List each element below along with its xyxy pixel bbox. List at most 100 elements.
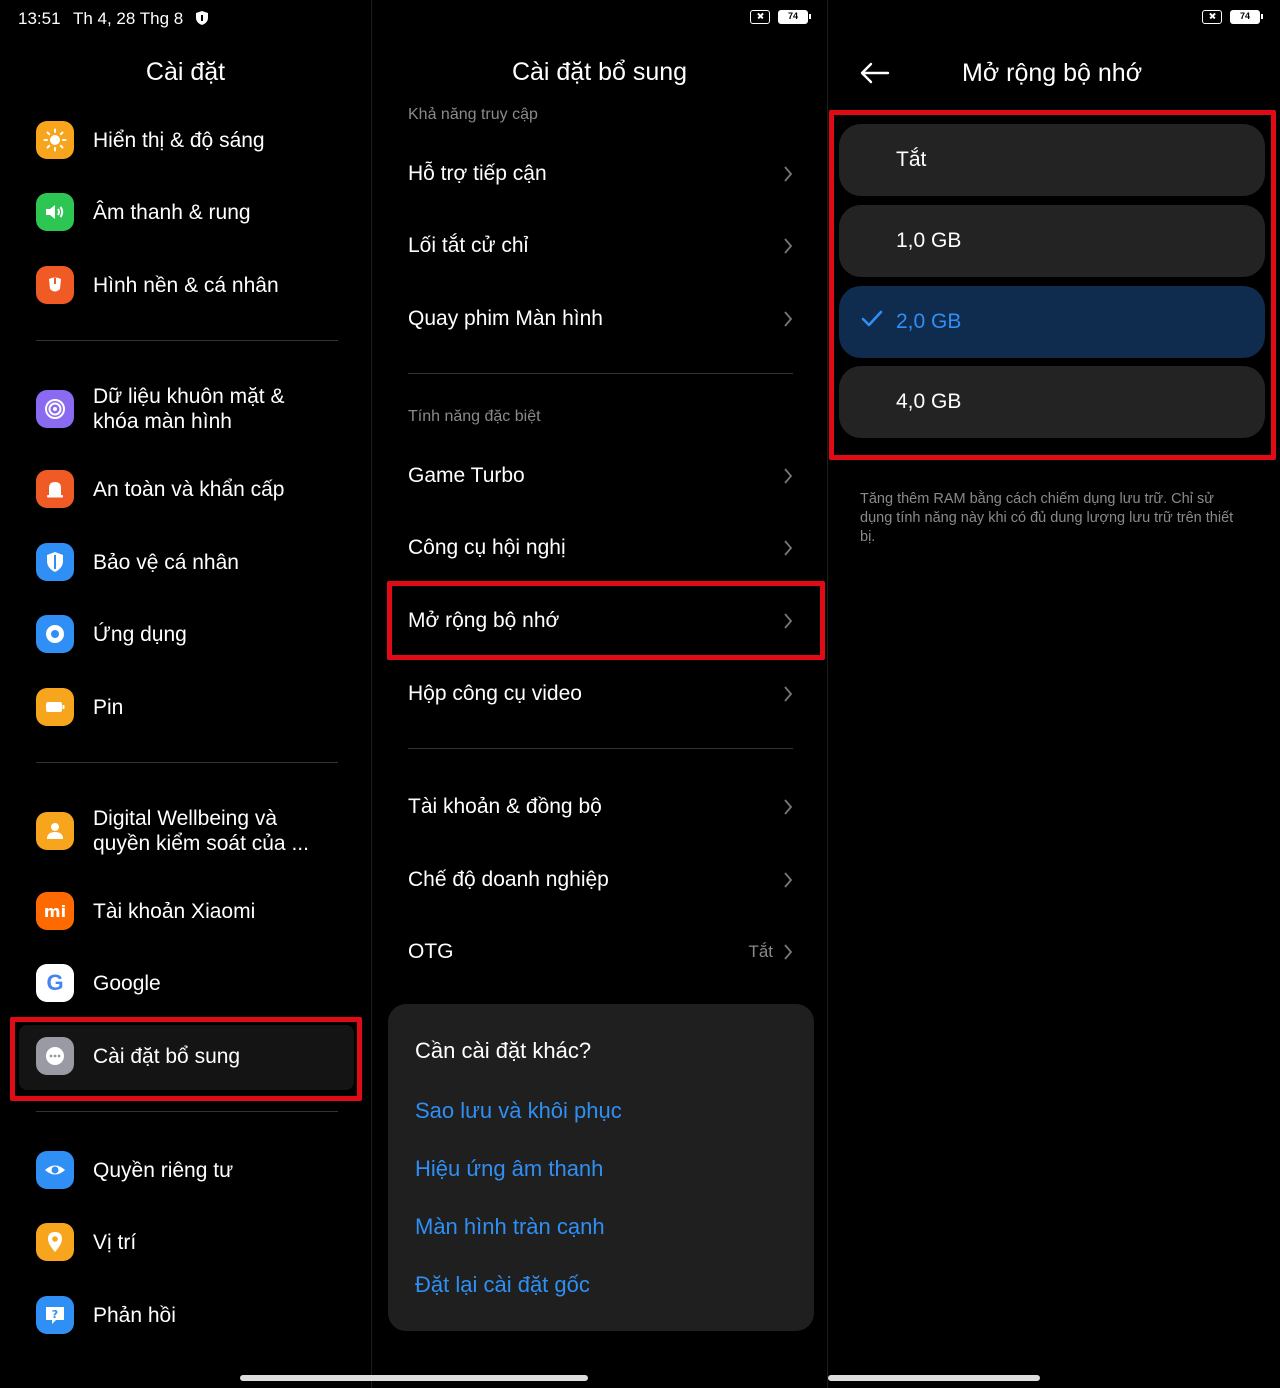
row-label: Hộp công cụ video bbox=[408, 682, 582, 705]
row-screen-recorder[interactable]: Quay phim Màn hình bbox=[408, 299, 793, 339]
battery-status-icon: 74 bbox=[1230, 10, 1263, 24]
chevron-right-icon bbox=[784, 311, 793, 327]
alarm-icon bbox=[36, 470, 74, 508]
row-label: OTG bbox=[408, 940, 454, 963]
row-otg[interactable]: OTG Tắt bbox=[408, 932, 793, 972]
settings-item-face-lock[interactable]: Dữ liệu khuôn mặt & khóa màn hình bbox=[36, 384, 313, 434]
description-text: Tăng thêm RAM bằng cách chiếm dụng lưu t… bbox=[860, 491, 1234, 545]
mi-logo-icon: mi bbox=[36, 892, 74, 930]
page-title: Mở rộng bộ nhớ bbox=[962, 59, 1143, 87]
highlight-box bbox=[829, 110, 1276, 460]
settings-item-label: Digital Wellbeing và quyền kiểm soát của… bbox=[93, 807, 309, 855]
settings-item-label: Dữ liệu khuôn mặt & khóa màn hình bbox=[93, 385, 285, 433]
settings-item-label: Bảo vệ cá nhân bbox=[93, 550, 239, 574]
chevron-right-icon bbox=[784, 238, 793, 254]
feedback-icon: ? bbox=[36, 1296, 74, 1334]
settings-item-apps[interactable]: Ứng dụng bbox=[36, 615, 187, 653]
settings-item-digital-wellbeing[interactable]: Digital Wellbeing và quyền kiểm soát của… bbox=[36, 806, 333, 856]
status-icons: 74 bbox=[750, 10, 811, 24]
settings-item-label: Phản hồi bbox=[93, 1303, 176, 1327]
battery-status-icon: 74 bbox=[778, 10, 811, 24]
status-bar: 13:51 Th 4, 28 Thg 8 bbox=[18, 9, 208, 29]
row-meeting-tools[interactable]: Công cụ hội nghị bbox=[408, 528, 793, 568]
settings-item-label: Ứng dụng bbox=[93, 622, 187, 646]
settings-item-label: Hiển thị & độ sáng bbox=[93, 128, 265, 152]
sun-icon bbox=[36, 121, 74, 159]
row-game-turbo[interactable]: Game Turbo bbox=[408, 456, 793, 496]
location-pin-icon bbox=[36, 1223, 74, 1261]
no-sim-icon bbox=[1202, 10, 1222, 24]
row-label: Công cụ hội nghị bbox=[408, 536, 566, 559]
divider bbox=[36, 762, 338, 763]
row-label: Hỗ trợ tiếp cận bbox=[408, 162, 547, 185]
settings-item-safety[interactable]: An toàn và khẩn cấp bbox=[36, 470, 284, 508]
settings-item-xiaomi-account[interactable]: mi Tài khoản Xiaomi bbox=[36, 892, 255, 930]
highlight-box bbox=[10, 1017, 362, 1101]
additional-settings-panel: 74 Cài đặt bổ sung Khả năng truy cập Hỗ … bbox=[372, 0, 827, 1388]
settings-item-wallpaper[interactable]: Hình nền & cá nhân bbox=[36, 266, 279, 304]
google-icon: G bbox=[36, 964, 74, 1002]
settings-item-privacy-protection[interactable]: Bảo vệ cá nhân bbox=[36, 543, 239, 581]
divider bbox=[36, 1111, 338, 1112]
settings-item-label: Quyền riêng tư bbox=[93, 1158, 234, 1182]
row-label: Tài khoản & đồng bộ bbox=[408, 795, 602, 818]
status-time: 13:51 bbox=[18, 9, 61, 28]
link-factory-reset[interactable]: Đặt lại cài đặt gốc bbox=[415, 1272, 590, 1298]
settings-item-sound[interactable]: Âm thanh & rung bbox=[36, 193, 251, 231]
row-accessibility[interactable]: Hỗ trợ tiếp cận bbox=[408, 154, 793, 194]
chevron-right-icon bbox=[784, 468, 793, 484]
settings-item-location[interactable]: Vị trí bbox=[36, 1223, 136, 1261]
settings-item-battery[interactable]: Pin bbox=[36, 688, 123, 726]
theme-icon bbox=[36, 266, 74, 304]
speaker-icon bbox=[36, 193, 74, 231]
row-label: Chế độ doanh nghiệp bbox=[408, 868, 609, 891]
row-value: Tắt bbox=[748, 942, 773, 961]
page-title: Cài đặt bổ sung bbox=[511, 58, 688, 86]
link-backup-restore[interactable]: Sao lưu và khôi phục bbox=[415, 1098, 622, 1124]
settings-item-feedback[interactable]: ? Phản hồi bbox=[36, 1296, 176, 1334]
more-settings-card: Cần cài đặt khác? Sao lưu và khôi phục H… bbox=[388, 1004, 814, 1331]
settings-item-display[interactable]: Hiển thị & độ sáng bbox=[36, 121, 265, 159]
row-label: Quay phim Màn hình bbox=[408, 307, 603, 330]
settings-item-privacy[interactable]: Quyền riêng tư bbox=[36, 1151, 233, 1189]
settings-item-label: Google bbox=[93, 971, 161, 995]
chevron-right-icon bbox=[784, 944, 793, 960]
settings-item-label: Âm thanh & rung bbox=[93, 200, 251, 224]
chevron-right-icon bbox=[784, 799, 793, 815]
row-video-toolbox[interactable]: Hộp công cụ video bbox=[408, 674, 793, 714]
gear-icon bbox=[36, 615, 74, 653]
home-indicator[interactable] bbox=[828, 1375, 1040, 1381]
settings-item-label: Hình nền & cá nhân bbox=[93, 273, 279, 297]
chevron-right-icon bbox=[784, 686, 793, 702]
vpn-shield-icon bbox=[195, 11, 208, 25]
row-accounts-sync[interactable]: Tài khoản & đồng bộ bbox=[408, 787, 793, 827]
shield-icon bbox=[36, 543, 74, 581]
chevron-right-icon bbox=[784, 166, 793, 182]
card-title: Cần cài đặt khác? bbox=[415, 1038, 592, 1063]
divider bbox=[36, 340, 338, 341]
row-label: Lối tắt cử chỉ bbox=[408, 234, 529, 257]
settings-item-label: An toàn và khẩn cấp bbox=[93, 477, 285, 501]
eye-icon bbox=[36, 1151, 74, 1189]
section-header: Khả năng truy cập bbox=[408, 106, 538, 123]
chevron-right-icon bbox=[784, 540, 793, 556]
memory-extension-panel: 74 Mở rộng bộ nhớ Tắt 1,0 GB 2,0 GB 4,0 … bbox=[828, 0, 1280, 1388]
settings-panel: 13:51 Th 4, 28 Thg 8 Cài đặt Hiển thị & … bbox=[0, 0, 371, 1388]
home-indicator[interactable] bbox=[240, 1375, 588, 1381]
divider bbox=[408, 748, 793, 749]
settings-item-label: Tài khoản Xiaomi bbox=[93, 899, 256, 923]
row-gesture-shortcuts[interactable]: Lối tắt cử chỉ bbox=[408, 226, 793, 266]
page-title: Cài đặt bbox=[145, 58, 226, 86]
row-enterprise-mode[interactable]: Chế độ doanh nghiệp bbox=[408, 860, 793, 900]
chevron-right-icon bbox=[784, 872, 793, 888]
no-sim-icon bbox=[750, 10, 770, 24]
link-sound-effects[interactable]: Hiệu ứng âm thanh bbox=[415, 1156, 603, 1182]
battery-icon bbox=[36, 688, 74, 726]
back-arrow-icon[interactable] bbox=[860, 62, 890, 84]
divider bbox=[408, 373, 793, 374]
section-header: Tính năng đặc biệt bbox=[408, 408, 541, 425]
link-edge-display[interactable]: Màn hình tràn cạnh bbox=[415, 1214, 605, 1240]
fingerprint-icon bbox=[36, 390, 74, 428]
highlight-box bbox=[387, 581, 825, 660]
settings-item-google[interactable]: G Google bbox=[36, 964, 161, 1002]
